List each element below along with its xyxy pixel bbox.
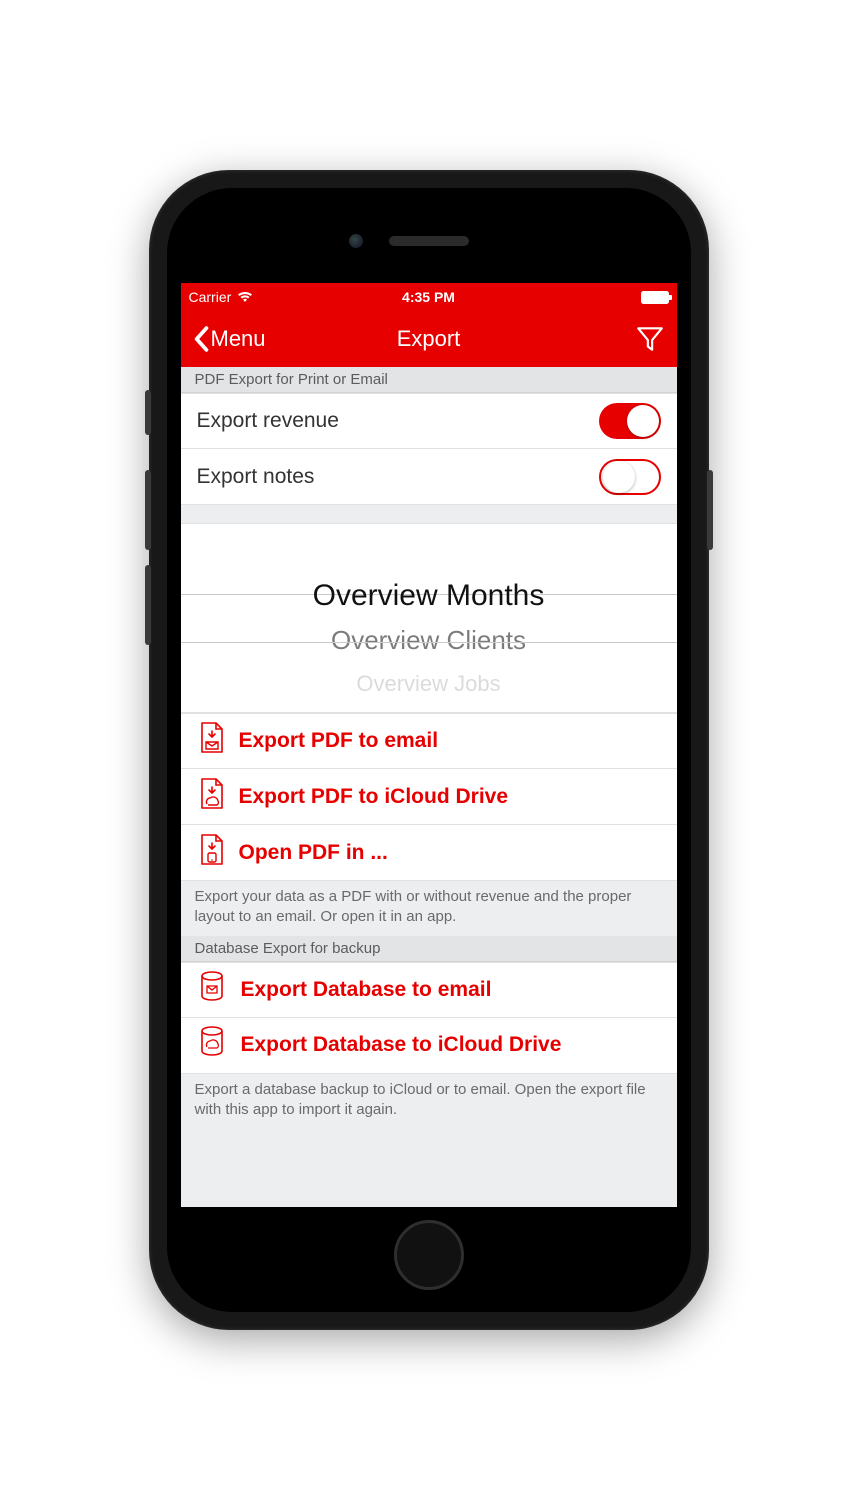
chevron-left-icon bbox=[193, 326, 209, 352]
pdf-open-icon bbox=[197, 833, 225, 873]
phone-side-button bbox=[145, 390, 151, 435]
phone-inner: Carrier 4:35 PM Menu Export bbox=[167, 188, 691, 1312]
battery-icon bbox=[641, 291, 669, 304]
phone-side-button bbox=[145, 565, 151, 645]
db-email-icon bbox=[197, 970, 227, 1010]
picker-option: Overview Clients bbox=[331, 618, 526, 662]
filter-button[interactable] bbox=[635, 324, 665, 354]
home-button[interactable] bbox=[394, 1220, 464, 1290]
picker-option: Overview Jobs bbox=[356, 662, 500, 706]
back-label: Menu bbox=[211, 326, 266, 352]
db-icloud-icon bbox=[197, 1025, 227, 1065]
section-header-pdf: PDF Export for Print or Email bbox=[181, 367, 677, 393]
export-db-email-button[interactable]: Export Database to email bbox=[181, 962, 677, 1018]
status-right bbox=[641, 291, 669, 304]
front-camera bbox=[349, 234, 363, 248]
export-pdf-email-button[interactable]: Export PDF to email bbox=[181, 713, 677, 769]
funnel-icon bbox=[635, 324, 665, 354]
action-label: Open PDF in ... bbox=[239, 841, 661, 865]
status-bar: Carrier 4:35 PM bbox=[181, 283, 677, 311]
section-header-db: Database Export for backup bbox=[181, 936, 677, 962]
pdf-footer: Export your data as a PDF with or withou… bbox=[181, 881, 677, 936]
export-revenue-label: Export revenue bbox=[197, 409, 599, 433]
pdf-icloud-icon bbox=[197, 777, 225, 817]
nav-bar: Menu Export bbox=[181, 311, 677, 367]
page-title: Export bbox=[397, 326, 461, 352]
phone-frame: Carrier 4:35 PM Menu Export bbox=[149, 170, 709, 1330]
status-left: Carrier bbox=[189, 289, 254, 305]
action-label: Export Database to iCloud Drive bbox=[241, 1033, 661, 1057]
export-notes-row: Export notes bbox=[181, 449, 677, 505]
layout-picker[interactable]: Overview Months Overview Clients Overvie… bbox=[181, 523, 677, 713]
export-revenue-row: Export revenue bbox=[181, 393, 677, 449]
phone-side-button bbox=[707, 470, 713, 550]
open-pdf-button[interactable]: Open PDF in ... bbox=[181, 825, 677, 881]
carrier-label: Carrier bbox=[189, 289, 232, 305]
export-db-icloud-button[interactable]: Export Database to iCloud Drive bbox=[181, 1018, 677, 1074]
picker-option-selected: Overview Months bbox=[313, 574, 545, 618]
action-label: Export Database to email bbox=[241, 978, 661, 1002]
earpiece bbox=[389, 236, 469, 246]
export-revenue-toggle[interactable] bbox=[599, 403, 661, 439]
action-label: Export PDF to email bbox=[239, 729, 661, 753]
screen: Carrier 4:35 PM Menu Export bbox=[181, 283, 677, 1207]
status-time: 4:35 PM bbox=[402, 289, 455, 305]
export-pdf-icloud-button[interactable]: Export PDF to iCloud Drive bbox=[181, 769, 677, 825]
phone-side-button bbox=[145, 470, 151, 550]
content-scroll[interactable]: PDF Export for Print or Email Export rev… bbox=[181, 367, 677, 1207]
export-notes-label: Export notes bbox=[197, 465, 599, 489]
wifi-icon bbox=[237, 291, 253, 303]
db-footer: Export a database backup to iCloud or to… bbox=[181, 1074, 677, 1129]
action-label: Export PDF to iCloud Drive bbox=[239, 785, 661, 809]
back-button[interactable]: Menu bbox=[193, 326, 266, 352]
picker-option bbox=[425, 530, 431, 574]
pdf-email-icon bbox=[197, 721, 225, 761]
export-notes-toggle[interactable] bbox=[599, 459, 661, 495]
